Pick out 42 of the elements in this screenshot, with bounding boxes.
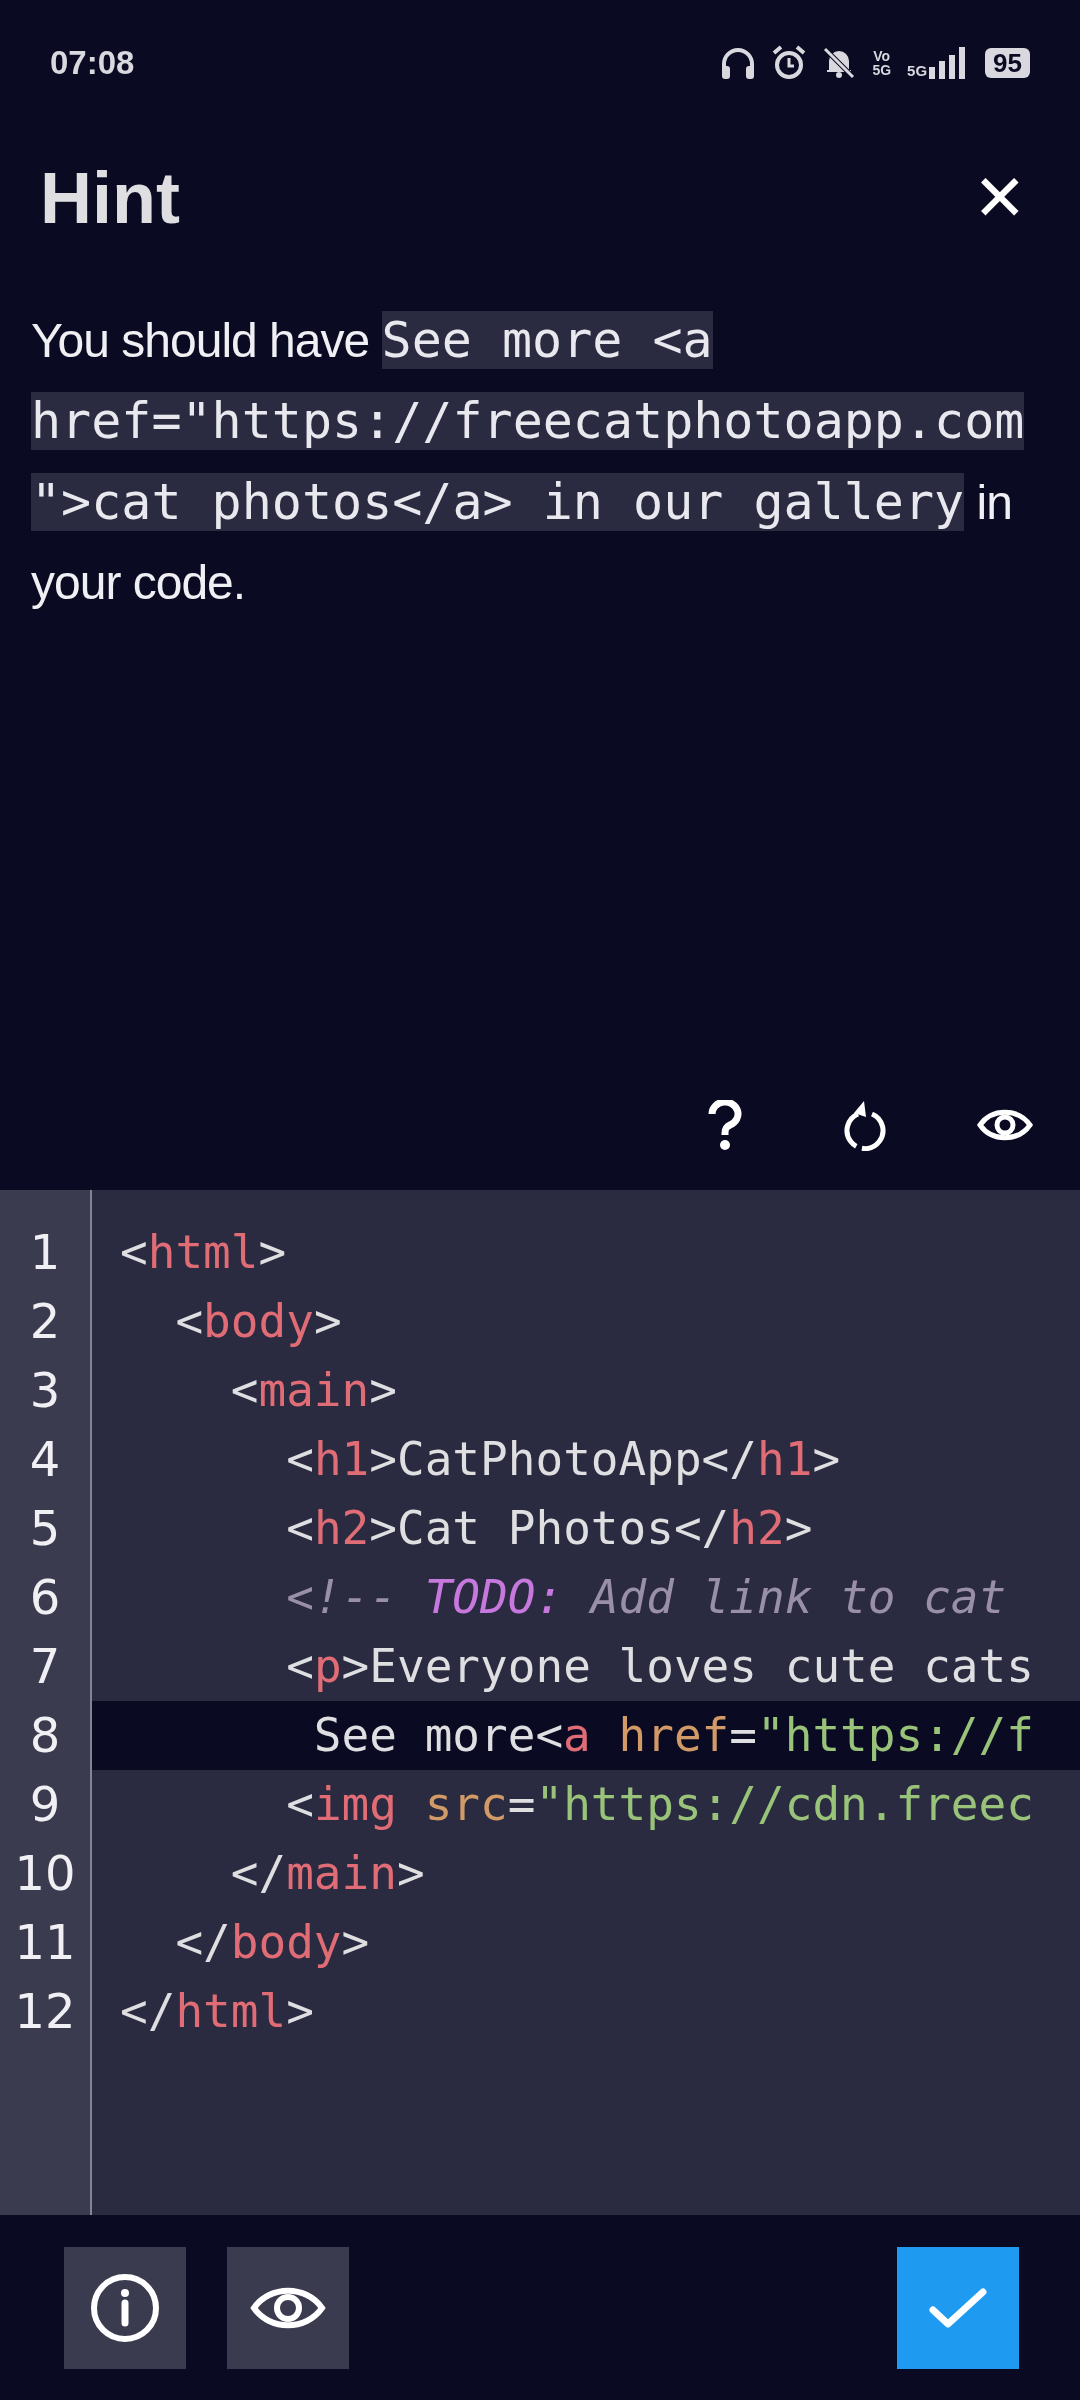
line-number: 1 — [28, 1223, 62, 1282]
info-button[interactable] — [64, 2246, 186, 2369]
close-button[interactable]: ✕ — [960, 157, 1040, 238]
hint-title: Hint — [40, 156, 180, 240]
hint-text: You should have See more <a href="https://freecatphotoapp.com">cat photos</a> in our gallery in your code. — [31, 310, 1026, 611]
line-number: 7 — [28, 1637, 62, 1696]
battery-indicator: 95 — [985, 47, 1030, 78]
line-number: 3 — [28, 1361, 62, 1420]
line-number: 5 — [28, 1499, 62, 1558]
code-line: <main> — [229, 1362, 397, 1419]
muted-bell-icon — [822, 45, 857, 80]
code-line: <html> — [120, 1224, 287, 1281]
line-number: 12 — [13, 1982, 77, 2041]
code-line: <body> — [174, 1293, 342, 1350]
code-line: </html> — [120, 1983, 314, 2040]
alarm-icon — [772, 44, 807, 81]
volte-network-label: 5G — [872, 62, 892, 77]
code-line: </body> — [174, 1914, 370, 1971]
check-button[interactable] — [897, 2246, 1019, 2369]
line-number: 6 — [28, 1568, 62, 1627]
line-number: 8 — [28, 1706, 62, 1765]
line-number: 10 — [13, 1844, 77, 1903]
code-line: <img src="https://cdn.freec — [285, 1776, 1034, 1833]
volte-label: Vo — [873, 48, 891, 63]
code-line: <p>Everyone loves cute cats — [285, 1638, 1034, 1695]
line-number: 9 — [28, 1775, 62, 1834]
code-line: <h1>CatPhotoApp</h1> — [285, 1431, 841, 1488]
preview-button[interactable] — [227, 2246, 349, 2369]
status-time: 07:08 — [50, 42, 135, 83]
line-number: 11 — [13, 1913, 77, 1972]
checkmark-icon — [928, 2285, 988, 2330]
code-line: <h2>Cat Photos</h2> — [285, 1500, 813, 1557]
line-number: 2 — [28, 1292, 62, 1351]
code-line: See more<a href="https://f — [312, 1707, 1034, 1764]
code-line: </main> — [229, 1845, 425, 1902]
question-mark-icon — [708, 1100, 742, 1150]
line-number: 4 — [28, 1430, 62, 1489]
code-line: <!-- TODO: Add link to cat — [285, 1569, 1007, 1626]
reset-icon — [842, 1099, 888, 1151]
headphones-icon — [720, 45, 757, 80]
network-label: 5G — [907, 62, 928, 79]
info-icon — [90, 2272, 160, 2343]
